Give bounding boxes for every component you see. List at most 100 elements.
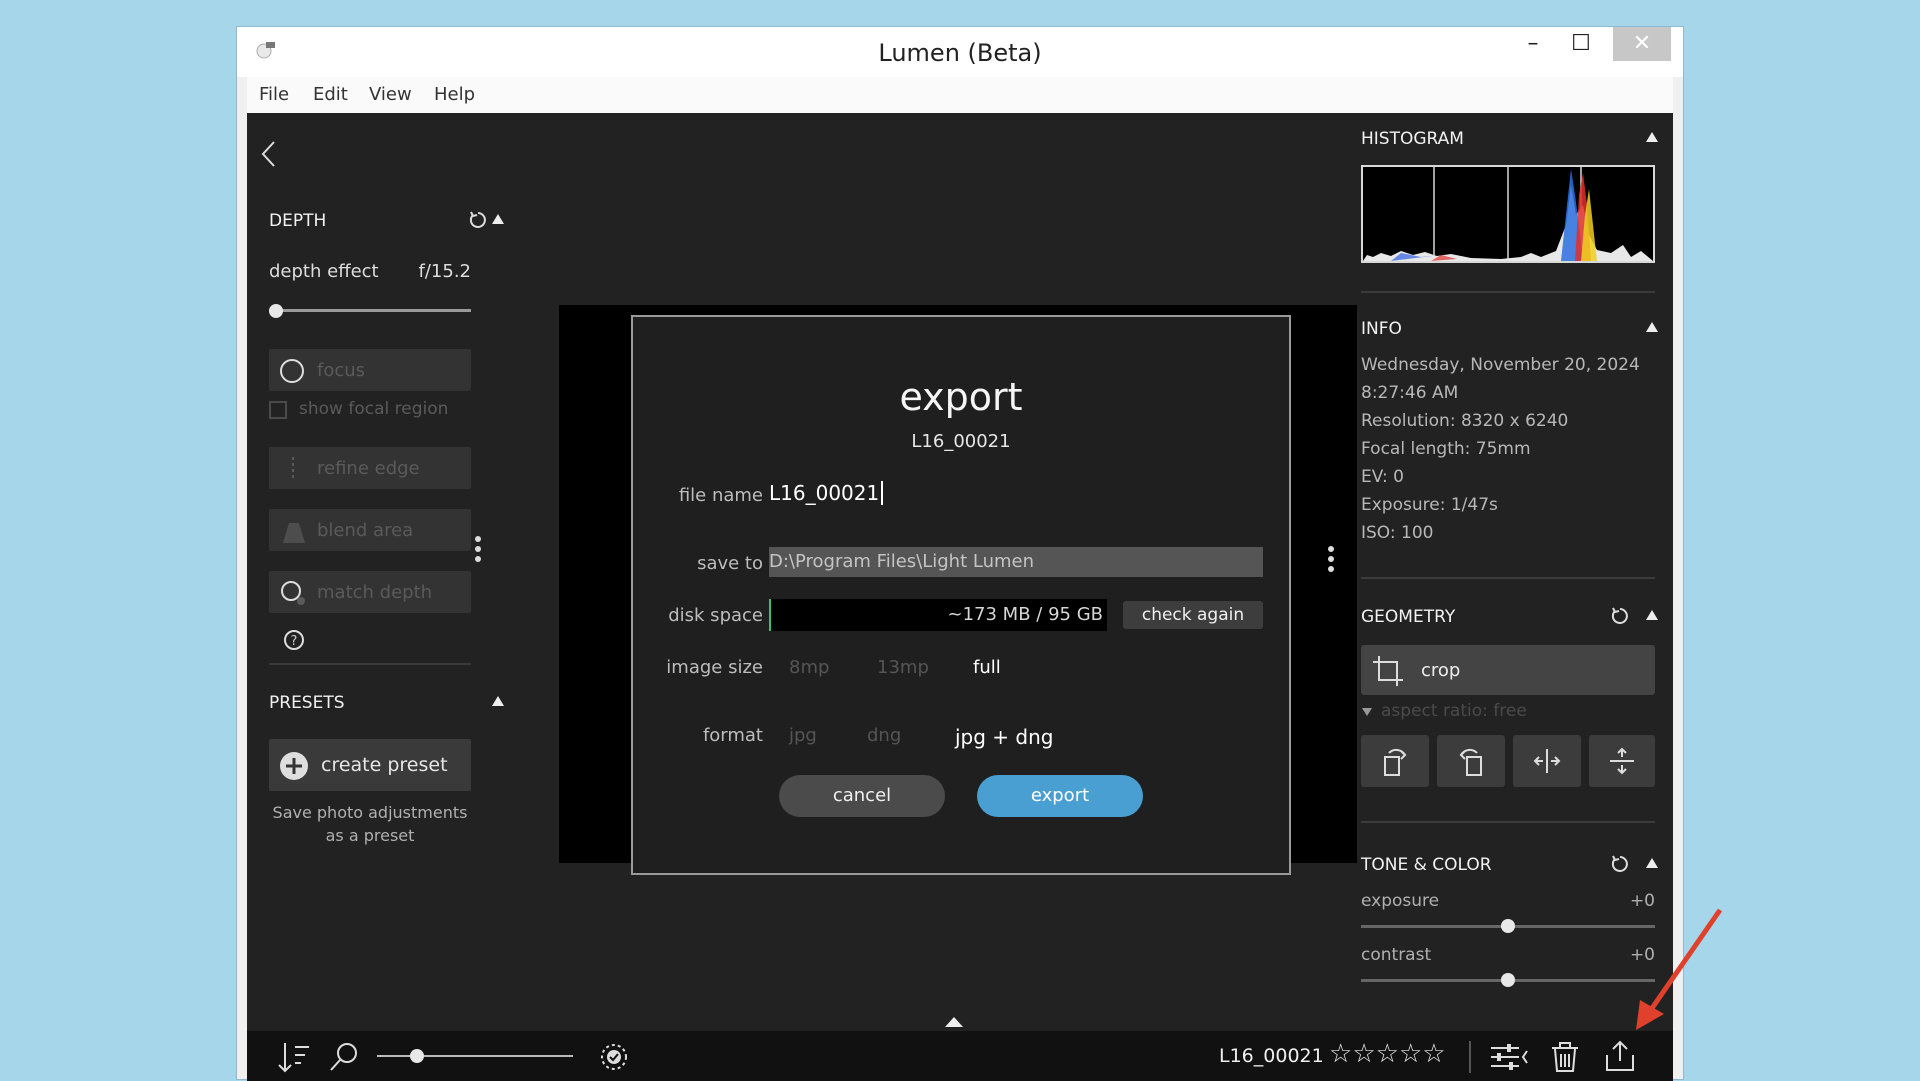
depth-effect-value: f/15.2 (418, 261, 471, 282)
sort-icon[interactable] (277, 1041, 311, 1073)
focus-label: focus (317, 360, 366, 381)
disk-space-bar: ~173 MB / 95 GB (769, 599, 1107, 631)
image-size-full-option[interactable]: full (973, 657, 1001, 678)
window-title: Lumen (Beta) (878, 39, 1042, 67)
star-5-icon[interactable]: ☆ (1422, 1039, 1445, 1069)
menu-file[interactable]: File (259, 84, 289, 105)
disk-space-value: ~173 MB / 95 GB (947, 604, 1103, 625)
depth-effect-slider-knob[interactable] (269, 304, 283, 318)
crop-icon (1371, 654, 1405, 688)
info-header: INFO (1361, 319, 1402, 339)
match-depth-icon (279, 579, 309, 607)
focus-button[interactable]: focus (269, 349, 471, 391)
plus-circle-icon (279, 751, 309, 781)
contrast-slider-knob[interactable] (1501, 973, 1515, 987)
create-preset-label: create preset (321, 754, 448, 776)
flip-vertical-icon (1606, 745, 1638, 777)
star-3-icon[interactable]: ☆ (1376, 1039, 1399, 1069)
rotate-left-button[interactable] (1361, 735, 1429, 787)
star-4-icon[interactable]: ☆ (1399, 1039, 1422, 1069)
presets-help-text: Save photo adjustments as a preset (272, 803, 468, 845)
tone-reset-icon[interactable] (1609, 853, 1631, 875)
exposure-slider-knob[interactable] (1501, 919, 1515, 933)
auto-enhance-icon[interactable] (597, 1041, 631, 1073)
rotate-left-icon (1379, 745, 1411, 777)
image-size-label: image size (666, 657, 763, 678)
refine-edge-icon (283, 455, 303, 483)
info-exposure: Exposure: 1/47s (1361, 495, 1498, 515)
save-to-label: save to (697, 553, 763, 574)
refine-edge-button[interactable]: refine edge (269, 447, 471, 489)
export-share-icon[interactable] (1603, 1039, 1637, 1073)
depth-effect-slider[interactable] (269, 309, 471, 312)
depth-collapse-icon[interactable] (491, 213, 505, 225)
star-rating[interactable]: ☆☆☆☆☆ (1329, 1039, 1446, 1069)
disk-space-label: disk space (668, 605, 763, 626)
contrast-label: contrast (1361, 945, 1432, 965)
right-panel-more-icon[interactable] (1327, 545, 1335, 573)
format-jpg-option[interactable]: jpg (789, 725, 817, 746)
create-preset-button[interactable]: create preset (269, 739, 471, 791)
divider (269, 663, 471, 665)
search-icon[interactable] (327, 1041, 361, 1073)
image-size-13mp-option[interactable]: 13mp (877, 657, 929, 678)
flip-horizontal-button[interactable] (1513, 735, 1581, 787)
format-jpg-dng-option[interactable]: jpg + dng (955, 725, 1054, 749)
zoom-slider[interactable] (377, 1055, 573, 1057)
show-focal-region-label: show focal region (299, 399, 449, 419)
rotate-right-button[interactable] (1437, 735, 1505, 787)
match-depth-button[interactable]: match depth (269, 571, 471, 613)
crop-button[interactable]: crop (1361, 645, 1655, 695)
focus-icon (279, 358, 305, 384)
menu-help[interactable]: Help (434, 84, 475, 105)
format-dng-option[interactable]: dng (867, 725, 901, 746)
geometry-collapse-icon[interactable] (1645, 609, 1659, 621)
info-list: Wednesday, November 20, 2024 8:27:46 AM … (1361, 351, 1640, 547)
tone-collapse-icon[interactable] (1645, 857, 1659, 869)
back-arrow-icon[interactable] (259, 139, 279, 169)
format-label: format (702, 725, 763, 746)
aspect-ratio-label[interactable]: aspect ratio: free (1381, 701, 1527, 721)
show-focal-region-checkbox[interactable] (269, 401, 287, 419)
presets-header: PRESETS (269, 693, 345, 713)
cancel-button[interactable]: cancel (779, 775, 945, 817)
match-depth-label: match depth (317, 582, 433, 603)
aspect-ratio-dropdown-icon[interactable] (1361, 707, 1373, 717)
info-date: Wednesday, November 20, 2024 (1361, 355, 1640, 375)
geometry-reset-icon[interactable] (1609, 605, 1631, 627)
close-button[interactable]: ✕ (1613, 27, 1671, 61)
blend-area-button[interactable]: blend area (269, 509, 471, 551)
image-size-8mp-option[interactable]: 8mp (789, 657, 829, 678)
info-collapse-icon[interactable] (1645, 321, 1659, 333)
histogram-collapse-icon[interactable] (1645, 131, 1659, 143)
trash-icon[interactable] (1549, 1041, 1581, 1073)
menu-edit[interactable]: Edit (313, 84, 348, 105)
left-panel-more-icon[interactable] (474, 535, 482, 563)
menu-view[interactable]: View (369, 84, 412, 105)
info-resolution: Resolution: 8320 x 6240 (1361, 411, 1569, 431)
maximize-button[interactable]: ☐ (1555, 27, 1607, 61)
zoom-slider-knob[interactable] (410, 1049, 424, 1063)
help-icon[interactable]: ? (283, 629, 305, 651)
flip-vertical-button[interactable] (1589, 735, 1655, 787)
presets-collapse-icon[interactable] (491, 695, 505, 707)
bottom-toolbar: L16_00021 ☆☆☆☆☆ (247, 1031, 1673, 1081)
check-again-button[interactable]: check again (1123, 601, 1263, 629)
exposure-label: exposure (1361, 891, 1440, 911)
adjustments-icon[interactable] (1489, 1041, 1529, 1073)
geometry-header: GEOMETRY (1361, 607, 1456, 627)
star-2-icon[interactable]: ☆ (1352, 1039, 1375, 1069)
save-to-field[interactable]: D:\Program Files\Light Lumen (769, 547, 1263, 577)
export-button[interactable]: export (977, 775, 1143, 817)
svg-text:?: ? (291, 634, 298, 649)
rotate-right-icon (1455, 745, 1487, 777)
info-iso: ISO: 100 (1361, 523, 1434, 543)
file-name-input[interactable]: L16_00021 (769, 481, 884, 505)
filmstrip-toggle-icon[interactable] (943, 1015, 965, 1029)
info-ev: EV: 0 (1361, 467, 1404, 487)
title-bar: Lumen (Beta) – ☐ ✕ (237, 27, 1683, 77)
minimize-button[interactable]: – (1507, 27, 1559, 61)
crop-label: crop (1421, 660, 1461, 681)
depth-reset-icon[interactable] (467, 209, 489, 231)
star-1-icon[interactable]: ☆ (1329, 1039, 1352, 1069)
